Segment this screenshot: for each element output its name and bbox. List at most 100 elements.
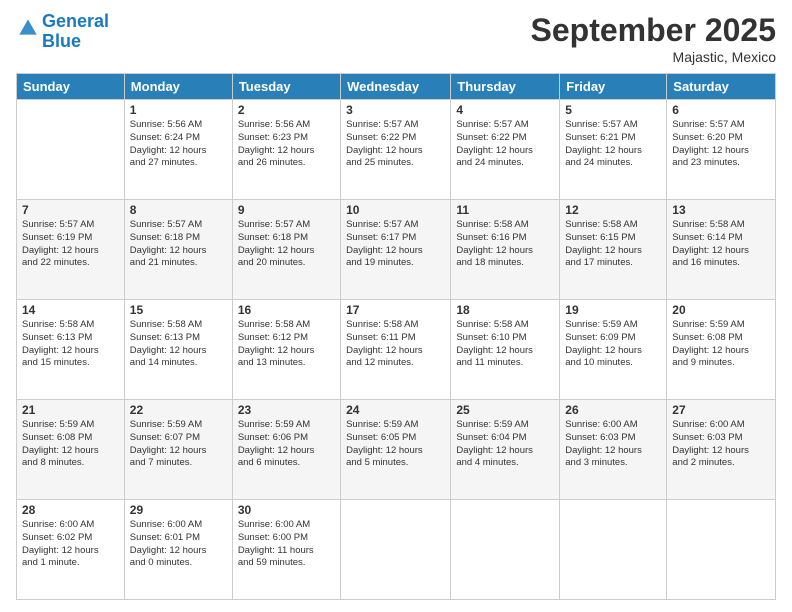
day-info: Sunrise: 5:57 AM Sunset: 6:22 PM Dayligh…	[456, 119, 554, 170]
calendar-cell: 28Sunrise: 6:00 AM Sunset: 6:02 PM Dayli…	[17, 500, 125, 600]
day-info: Sunrise: 5:57 AM Sunset: 6:22 PM Dayligh…	[346, 119, 445, 170]
day-info: Sunrise: 5:58 AM Sunset: 6:12 PM Dayligh…	[238, 319, 335, 370]
title-block: September 2025 Majastic, Mexico	[531, 12, 776, 65]
day-info: Sunrise: 6:00 AM Sunset: 6:00 PM Dayligh…	[238, 519, 335, 570]
page: GeneralBlue September 2025 Majastic, Mex…	[0, 0, 792, 612]
day-info: Sunrise: 5:58 AM Sunset: 6:14 PM Dayligh…	[672, 219, 770, 270]
day-number: 14	[22, 303, 119, 317]
day-number: 16	[238, 303, 335, 317]
day-info: Sunrise: 5:57 AM Sunset: 6:19 PM Dayligh…	[22, 219, 119, 270]
calendar-cell: 6 Sunrise: 5:57 AM Sunset: 6:20 PM Daylig…	[667, 100, 776, 200]
calendar-table: SundayMondayTuesdayWednesdayThursdayFrid…	[16, 73, 776, 600]
header-day: Friday	[560, 74, 667, 100]
calendar-cell: 29 Sunrise: 6:00 AM Sunset: 6:01 PM Dayli…	[124, 500, 232, 600]
day-number: 20	[672, 303, 770, 317]
day-info: Sunrise: 6:00 AM Sunset: 6:03 PM Dayligh…	[672, 419, 770, 470]
calendar-week-row: 28Sunrise: 6:00 AM Sunset: 6:02 PM Dayli…	[17, 500, 776, 600]
calendar-cell	[17, 100, 125, 200]
day-info: Sunrise: 5:59 AM Sunset: 6:04 PM Dayligh…	[456, 419, 554, 470]
day-number: 30	[238, 503, 335, 517]
day-info: Sunrise: 5:58 AM Sunset: 6:15 PM Dayligh…	[565, 219, 661, 270]
calendar-cell	[451, 500, 560, 600]
day-info: Sunrise: 5:57 AM Sunset: 6:20 PM Dayligh…	[672, 119, 770, 170]
day-info: Sunrise: 6:00 AM Sunset: 6:01 PM Dayligh…	[130, 519, 227, 570]
header-day: Tuesday	[232, 74, 340, 100]
day-info: Sunrise: 5:57 AM Sunset: 6:21 PM Dayligh…	[565, 119, 661, 170]
day-number: 15	[130, 303, 227, 317]
day-number: 21	[22, 403, 119, 417]
calendar-cell: 10Sunrise: 5:57 AM Sunset: 6:17 PM Dayli…	[341, 200, 451, 300]
calendar-cell: 30 Sunrise: 6:00 AM Sunset: 6:00 PM Dayli…	[232, 500, 340, 600]
month-title: September 2025	[531, 12, 776, 49]
calendar-cell: 2 Sunrise: 5:56 AM Sunset: 6:23 PM Daylig…	[232, 100, 340, 200]
day-number: 12	[565, 203, 661, 217]
header-day: Sunday	[17, 74, 125, 100]
calendar-cell: 5Sunrise: 5:57 AM Sunset: 6:21 PM Daylig…	[560, 100, 667, 200]
calendar-cell: 14 Sunrise: 5:58 AM Sunset: 6:13 PM Dayli…	[17, 300, 125, 400]
calendar-cell: 25 Sunrise: 5:59 AM Sunset: 6:04 PM Dayli…	[451, 400, 560, 500]
calendar-cell: 7Sunrise: 5:57 AM Sunset: 6:19 PM Daylig…	[17, 200, 125, 300]
day-number: 8	[130, 203, 227, 217]
calendar-week-row: 21 Sunrise: 5:59 AM Sunset: 6:08 PM Dayli…	[17, 400, 776, 500]
day-info: Sunrise: 5:59 AM Sunset: 6:06 PM Dayligh…	[238, 419, 335, 470]
calendar-cell: 18 Sunrise: 5:58 AM Sunset: 6:10 PM Dayli…	[451, 300, 560, 400]
day-number: 29	[130, 503, 227, 517]
day-info: Sunrise: 5:57 AM Sunset: 6:18 PM Dayligh…	[238, 219, 335, 270]
day-info: Sunrise: 5:59 AM Sunset: 6:08 PM Dayligh…	[22, 419, 119, 470]
logo-text: GeneralBlue	[42, 12, 109, 52]
calendar-cell: 22Sunrise: 5:59 AM Sunset: 6:07 PM Dayli…	[124, 400, 232, 500]
calendar-cell	[341, 500, 451, 600]
day-number: 17	[346, 303, 445, 317]
calendar-cell: 11Sunrise: 5:58 AM Sunset: 6:16 PM Dayli…	[451, 200, 560, 300]
location: Majastic, Mexico	[531, 49, 776, 65]
day-info: Sunrise: 5:58 AM Sunset: 6:11 PM Dayligh…	[346, 319, 445, 370]
day-number: 28	[22, 503, 119, 517]
day-info: Sunrise: 5:56 AM Sunset: 6:23 PM Dayligh…	[238, 119, 335, 170]
day-number: 1	[130, 103, 227, 117]
day-number: 23	[238, 403, 335, 417]
day-number: 6	[672, 103, 770, 117]
calendar-cell: 3 Sunrise: 5:57 AM Sunset: 6:22 PM Daylig…	[341, 100, 451, 200]
calendar-cell: 15Sunrise: 5:58 AM Sunset: 6:13 PM Dayli…	[124, 300, 232, 400]
day-number: 18	[456, 303, 554, 317]
day-number: 4	[456, 103, 554, 117]
day-info: Sunrise: 5:59 AM Sunset: 6:05 PM Dayligh…	[346, 419, 445, 470]
calendar-week-row: 14 Sunrise: 5:58 AM Sunset: 6:13 PM Dayli…	[17, 300, 776, 400]
day-number: 26	[565, 403, 661, 417]
day-number: 27	[672, 403, 770, 417]
day-info: Sunrise: 5:59 AM Sunset: 6:09 PM Dayligh…	[565, 319, 661, 370]
day-number: 10	[346, 203, 445, 217]
header-day: Monday	[124, 74, 232, 100]
day-info: Sunrise: 6:00 AM Sunset: 6:03 PM Dayligh…	[565, 419, 661, 470]
day-number: 2	[238, 103, 335, 117]
logo-icon	[18, 18, 38, 38]
calendar-cell: 27 Sunrise: 6:00 AM Sunset: 6:03 PM Dayli…	[667, 400, 776, 500]
day-info: Sunrise: 5:59 AM Sunset: 6:08 PM Dayligh…	[672, 319, 770, 370]
day-info: Sunrise: 5:57 AM Sunset: 6:18 PM Dayligh…	[130, 219, 227, 270]
day-number: 11	[456, 203, 554, 217]
calendar-cell: 19Sunrise: 5:59 AM Sunset: 6:09 PM Dayli…	[560, 300, 667, 400]
calendar-cell: 1 Sunrise: 5:56 AM Sunset: 6:24 PM Daylig…	[124, 100, 232, 200]
header-day: Thursday	[451, 74, 560, 100]
day-info: Sunrise: 5:58 AM Sunset: 6:10 PM Dayligh…	[456, 319, 554, 370]
day-number: 13	[672, 203, 770, 217]
day-number: 25	[456, 403, 554, 417]
day-info: Sunrise: 5:59 AM Sunset: 6:07 PM Dayligh…	[130, 419, 227, 470]
header-day: Saturday	[667, 74, 776, 100]
calendar-cell	[560, 500, 667, 600]
calendar-cell: 12 Sunrise: 5:58 AM Sunset: 6:15 PM Dayli…	[560, 200, 667, 300]
calendar-cell: 17 Sunrise: 5:58 AM Sunset: 6:11 PM Dayli…	[341, 300, 451, 400]
day-info: Sunrise: 5:56 AM Sunset: 6:24 PM Dayligh…	[130, 119, 227, 170]
calendar-cell: 13 Sunrise: 5:58 AM Sunset: 6:14 PM Dayli…	[667, 200, 776, 300]
day-number: 9	[238, 203, 335, 217]
calendar-cell: 16 Sunrise: 5:58 AM Sunset: 6:12 PM Dayli…	[232, 300, 340, 400]
calendar-cell: 8 Sunrise: 5:57 AM Sunset: 6:18 PM Daylig…	[124, 200, 232, 300]
calendar-cell: 26 Sunrise: 6:00 AM Sunset: 6:03 PM Dayli…	[560, 400, 667, 500]
day-number: 3	[346, 103, 445, 117]
calendar-cell: 9 Sunrise: 5:57 AM Sunset: 6:18 PM Daylig…	[232, 200, 340, 300]
calendar-cell	[667, 500, 776, 600]
day-info: Sunrise: 5:58 AM Sunset: 6:13 PM Dayligh…	[22, 319, 119, 370]
calendar-cell: 20 Sunrise: 5:59 AM Sunset: 6:08 PM Dayli…	[667, 300, 776, 400]
day-number: 24	[346, 403, 445, 417]
calendar-cell: 4 Sunrise: 5:57 AM Sunset: 6:22 PM Daylig…	[451, 100, 560, 200]
